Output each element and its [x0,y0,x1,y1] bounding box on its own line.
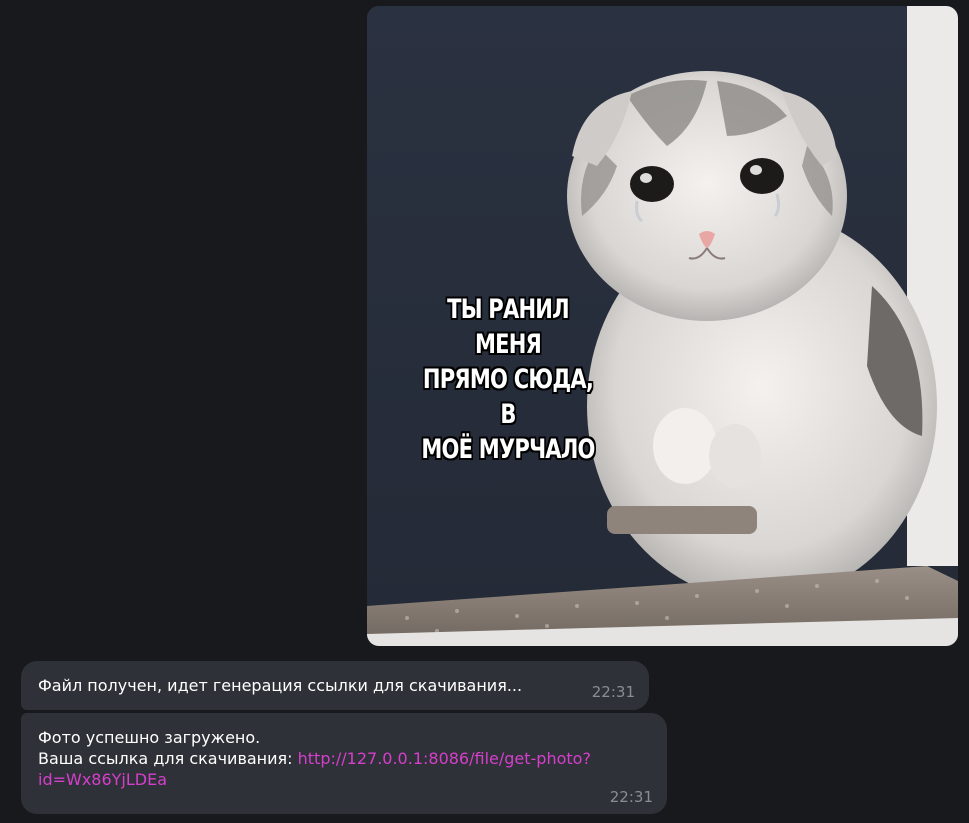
message-line: id=Wx86YjLDEa [38,769,653,790]
message-bubble[interactable]: Файл получен, идет генерация ссылки для … [21,661,649,710]
chat-area: ТЫ РАНИЛ МЕНЯ ПРЯМО СЮДА, В МОЁ МУРЧАЛО … [0,0,969,823]
message-line: Ваша ссылка для скачивания: http://127.0… [38,748,653,769]
download-link[interactable]: http://127.0.0.1:8086/file/get-photo? [298,749,591,768]
message-line: Фото успешно загружено. [38,728,261,747]
photo-message[interactable]: ТЫ РАНИЛ МЕНЯ ПРЯМО СЮДА, В МОЁ МУРЧАЛО [367,6,958,646]
message-text: Файл получен, идет генерация ссылки для … [38,676,523,695]
download-link-continued[interactable]: id=Wx86YjLDEa [38,770,167,789]
message-bubble[interactable]: Фото успешно загружено. Ваша ссылка для … [21,713,667,814]
meme-caption: ТЫ РАНИЛ МЕНЯ ПРЯМО СЮДА, В МОЁ МУРЧАЛО [421,294,595,465]
message-time: 22:31 [609,788,653,806]
message-time: 22:31 [591,683,635,701]
download-label: Ваша ссылка для скачивания: [38,749,298,768]
